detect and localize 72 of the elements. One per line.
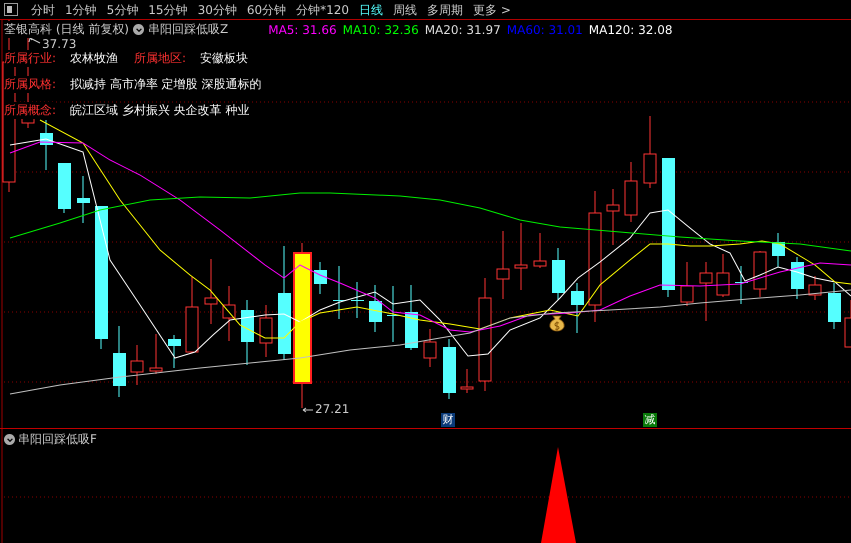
- candlestick: [168, 334, 181, 368]
- low-price-label: 27.21: [315, 402, 350, 416]
- candlestick: [791, 256, 804, 300]
- candlestick: [333, 266, 346, 320]
- panel-toggle-icon[interactable]: [4, 3, 18, 16]
- period-tab[interactable]: 30分钟: [192, 0, 242, 18]
- period-tab[interactable]: 分时: [26, 0, 60, 18]
- candlestick: [735, 266, 748, 304]
- candlestick: [828, 282, 841, 330]
- candlestick: [222, 286, 236, 342]
- candlestick: [496, 230, 510, 300]
- candlestick: [680, 262, 694, 306]
- candlestick: [387, 286, 400, 342]
- moving-average-reading: MA20: 31.97: [424, 22, 501, 36]
- candlestick: [606, 188, 620, 246]
- period-tab[interactable]: 15分钟: [143, 0, 193, 18]
- low-price-arrow-icon: [302, 408, 314, 412]
- moving-average-reading: MA10: 32.36: [342, 22, 419, 36]
- info-label: 所属风格:: [4, 76, 56, 93]
- dropdown-chevron-icon[interactable]: [4, 434, 15, 445]
- event-marker[interactable]: 减: [643, 413, 657, 427]
- candlestick: [40, 120, 53, 170]
- candlestick: [130, 344, 144, 386]
- candlestick: [514, 222, 528, 290]
- period-tab[interactable]: 1分钟: [60, 0, 102, 18]
- high-price-label: 37.73: [42, 37, 76, 51]
- money-bag-icon: [549, 316, 565, 332]
- period-tab[interactable]: 60分钟: [242, 0, 292, 18]
- candlestick: [150, 334, 162, 374]
- period-tab[interactable]: 分钟*120: [291, 0, 354, 18]
- dropdown-chevron-icon[interactable]: [133, 24, 144, 35]
- candlestick: [424, 328, 436, 368]
- candlestick: [808, 276, 822, 300]
- info-label: 所属概念:: [4, 102, 56, 119]
- candlestick: [58, 162, 71, 214]
- candlestick: [716, 254, 730, 298]
- candlestick: [241, 300, 254, 366]
- indicator-name: 串阳回踩低吸F: [18, 431, 97, 448]
- info-label: 所属行业:: [4, 50, 56, 67]
- candlestick: [351, 282, 364, 318]
- candlestick: [460, 368, 474, 394]
- candlestick: [534, 232, 546, 268]
- candlestick: [571, 282, 584, 334]
- info-value: 农林牧渔: [70, 50, 118, 67]
- high-price-arrow-icon: [28, 37, 40, 44]
- info-value: 拟减持 高市净率 定增股 深股通标的: [70, 76, 262, 93]
- candlestick: [754, 250, 766, 298]
- event-marker[interactable]: 财: [441, 413, 455, 427]
- moving-average-reading: MA120: 32.08: [588, 22, 672, 36]
- candlestick: [369, 284, 382, 332]
- stock-title: 荃银高科 (日线 前复权): [4, 21, 129, 38]
- candlestick: [204, 258, 218, 324]
- candlestick: [552, 248, 565, 300]
- period-tab[interactable]: 日线: [354, 0, 388, 18]
- moving-average-reading: MA60: 31.01: [506, 22, 583, 36]
- candlestick: [443, 338, 456, 400]
- period-tab[interactable]: 更多 >: [468, 0, 516, 18]
- candlestick: [260, 304, 272, 358]
- info-value: 安徽板块: [200, 50, 248, 67]
- candlestick: [405, 284, 418, 350]
- candlestick: [700, 262, 712, 322]
- candlestick: [314, 262, 327, 294]
- candlestick: [772, 232, 785, 268]
- indicator-name[interactable]: 串阳回踩低吸Z: [148, 21, 228, 38]
- candlestick: [77, 176, 90, 224]
- candlestick: [113, 326, 126, 398]
- moving-average-reading: MA5: 31.66: [268, 22, 337, 36]
- period-tab[interactable]: 多周期: [422, 0, 468, 18]
- period-tab[interactable]: 5分钟: [102, 0, 144, 18]
- candlestick: [624, 162, 638, 222]
- period-tab[interactable]: 周线: [388, 0, 422, 18]
- info-value: 皖江区域 乡村振兴 央企改革 种业: [70, 102, 250, 119]
